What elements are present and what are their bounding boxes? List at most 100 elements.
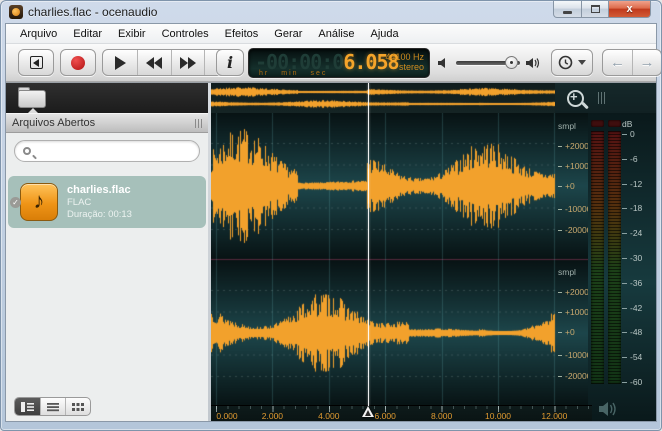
waveform-canvas[interactable] bbox=[211, 113, 592, 406]
file-name: charlies.flac bbox=[67, 183, 132, 197]
view-mode-switch bbox=[14, 397, 91, 416]
menu-editar[interactable]: Editar bbox=[65, 26, 110, 42]
file-format: FLAC bbox=[67, 197, 132, 209]
ch1-scale-unit: smpl bbox=[558, 121, 576, 131]
play-icon bbox=[115, 56, 126, 70]
record-button[interactable] bbox=[60, 49, 96, 76]
ch2-scale-unit: smpl bbox=[558, 267, 576, 277]
menu-analise[interactable]: Análise bbox=[310, 26, 362, 42]
meter-bar-right bbox=[608, 131, 621, 384]
sidebar-panel-header: Arquivos Abertos bbox=[6, 113, 208, 133]
sidebar-tab-strip bbox=[6, 83, 208, 113]
unit-hr: hr bbox=[259, 70, 269, 77]
go-to-start-icon bbox=[30, 56, 43, 69]
db-unit: dB bbox=[622, 119, 632, 129]
overview-waveform[interactable] bbox=[211, 83, 555, 113]
db-0: 0 bbox=[622, 129, 635, 139]
search-icon bbox=[23, 147, 31, 155]
time-ruler[interactable]: 0.000 2.000 4.000 6.000 8.000 10.000 12.… bbox=[211, 405, 592, 421]
ch1-scale-zero: +0 bbox=[558, 181, 575, 191]
time-units: hrminsec bbox=[259, 70, 339, 77]
forward-button[interactable]: → bbox=[632, 50, 661, 75]
ch1-scale-m10000: -10000 bbox=[558, 204, 591, 214]
file-duration: Duração: 00:13 bbox=[67, 209, 132, 221]
maximize-button[interactable] bbox=[582, 1, 609, 18]
db-42: -42 bbox=[622, 303, 642, 313]
client-area: Arquivo Editar Exibir Controles Efeitos … bbox=[5, 23, 657, 422]
editor-content: smpl +20000 +10000 +0 -10000 -20000 smpl… bbox=[211, 83, 656, 421]
menu-gerar[interactable]: Gerar bbox=[266, 26, 310, 42]
clip-led-left bbox=[591, 120, 604, 127]
zoom-grip-icon[interactable] bbox=[598, 92, 605, 104]
db-30: -30 bbox=[622, 253, 642, 263]
db-12: -12 bbox=[622, 179, 642, 189]
info-icon: i bbox=[227, 53, 233, 72]
playhead[interactable] bbox=[368, 83, 369, 406]
record-icon bbox=[71, 56, 85, 70]
ch1-scale-m20000: -20000 bbox=[558, 225, 591, 235]
db-60: -60 bbox=[622, 377, 642, 387]
view-details-button[interactable] bbox=[15, 398, 40, 415]
sidebar: Arquivos Abertos ✓ ♪ charlies.flac FLAC bbox=[6, 83, 208, 421]
search-box bbox=[14, 140, 200, 162]
menu-exibir[interactable]: Exibir bbox=[110, 26, 154, 42]
playhead-marker[interactable] bbox=[362, 406, 374, 417]
list-view-icon bbox=[47, 402, 59, 412]
file-meta: charlies.flac FLAC Duração: 00:13 bbox=[67, 183, 132, 221]
db-24: -24 bbox=[622, 228, 642, 238]
rewind-icon bbox=[146, 57, 162, 69]
titlebar[interactable]: charlies.flac - ocenaudio x bbox=[5, 1, 657, 23]
info-button[interactable]: i bbox=[216, 49, 244, 76]
clock-icon bbox=[558, 55, 573, 70]
ruler-8: 8.000 bbox=[431, 411, 452, 421]
view-grid-button[interactable] bbox=[65, 398, 90, 415]
clip-led-right bbox=[608, 120, 621, 127]
menu-ajuda[interactable]: Ajuda bbox=[362, 26, 406, 42]
tab-notch bbox=[28, 108, 38, 113]
details-view-icon bbox=[21, 402, 34, 412]
menu-controles[interactable]: Controles bbox=[154, 26, 217, 42]
panel-grip-icon[interactable] bbox=[195, 119, 202, 128]
meter-bar-left bbox=[591, 131, 604, 384]
ch2-scale-m10000: -10000 bbox=[558, 350, 591, 360]
speaker-low-icon bbox=[438, 57, 450, 69]
open-files-tab[interactable] bbox=[18, 87, 46, 108]
time-display[interactable]: -00:00:06.058 hrminsec 44100 Hz stereo bbox=[248, 48, 430, 78]
menu-arquivo[interactable]: Arquivo bbox=[12, 26, 65, 42]
db-18: -18 bbox=[622, 203, 642, 213]
ruler-4: 4.000 bbox=[318, 411, 339, 421]
check-icon: ✓ bbox=[10, 197, 21, 208]
back-button[interactable]: ← bbox=[603, 50, 632, 75]
volume-control bbox=[438, 52, 542, 72]
arrow-right-icon: → bbox=[640, 54, 655, 71]
file-list-item[interactable]: ✓ ♪ charlies.flac FLAC Duração: 00:13 bbox=[8, 176, 206, 228]
db-48: -48 bbox=[622, 327, 642, 337]
menu-efeitos[interactable]: Efeitos bbox=[217, 26, 267, 42]
ruler-12: 12.000 bbox=[541, 411, 567, 421]
minimize-icon bbox=[563, 11, 572, 14]
monitor-speaker-icon[interactable] bbox=[598, 400, 620, 418]
main-area: Arquivos Abertos ✓ ♪ charlies.flac FLAC bbox=[6, 82, 656, 421]
go-to-start-button[interactable] bbox=[18, 49, 54, 76]
minimize-button[interactable] bbox=[553, 1, 582, 18]
ruler-6: 6.000 bbox=[375, 411, 396, 421]
channel-mode: stereo bbox=[385, 62, 424, 72]
sample-rate: 44100 Hz bbox=[385, 52, 424, 62]
search-input[interactable] bbox=[37, 145, 191, 157]
view-list-button[interactable] bbox=[40, 398, 65, 415]
panel-title: Arquivos Abertos bbox=[12, 117, 95, 129]
fast-forward-button[interactable] bbox=[171, 50, 205, 75]
format-readout: 44100 Hz stereo bbox=[385, 52, 424, 72]
app-window: charlies.flac - ocenaudio x Arquivo Edit… bbox=[0, 0, 662, 431]
unit-min: min bbox=[281, 70, 298, 77]
volume-slider-knob[interactable] bbox=[505, 56, 518, 69]
app-icon bbox=[9, 5, 23, 19]
zoom-in-icon[interactable] bbox=[567, 90, 584, 107]
rewind-button[interactable] bbox=[137, 50, 171, 75]
close-button[interactable]: x bbox=[609, 1, 651, 18]
ch2-scale-m20000: -20000 bbox=[558, 371, 591, 381]
chevron-down-icon bbox=[578, 60, 586, 65]
play-button[interactable] bbox=[103, 50, 137, 75]
time-format-button[interactable] bbox=[551, 49, 593, 76]
ruler-2: 2.000 bbox=[262, 411, 283, 421]
